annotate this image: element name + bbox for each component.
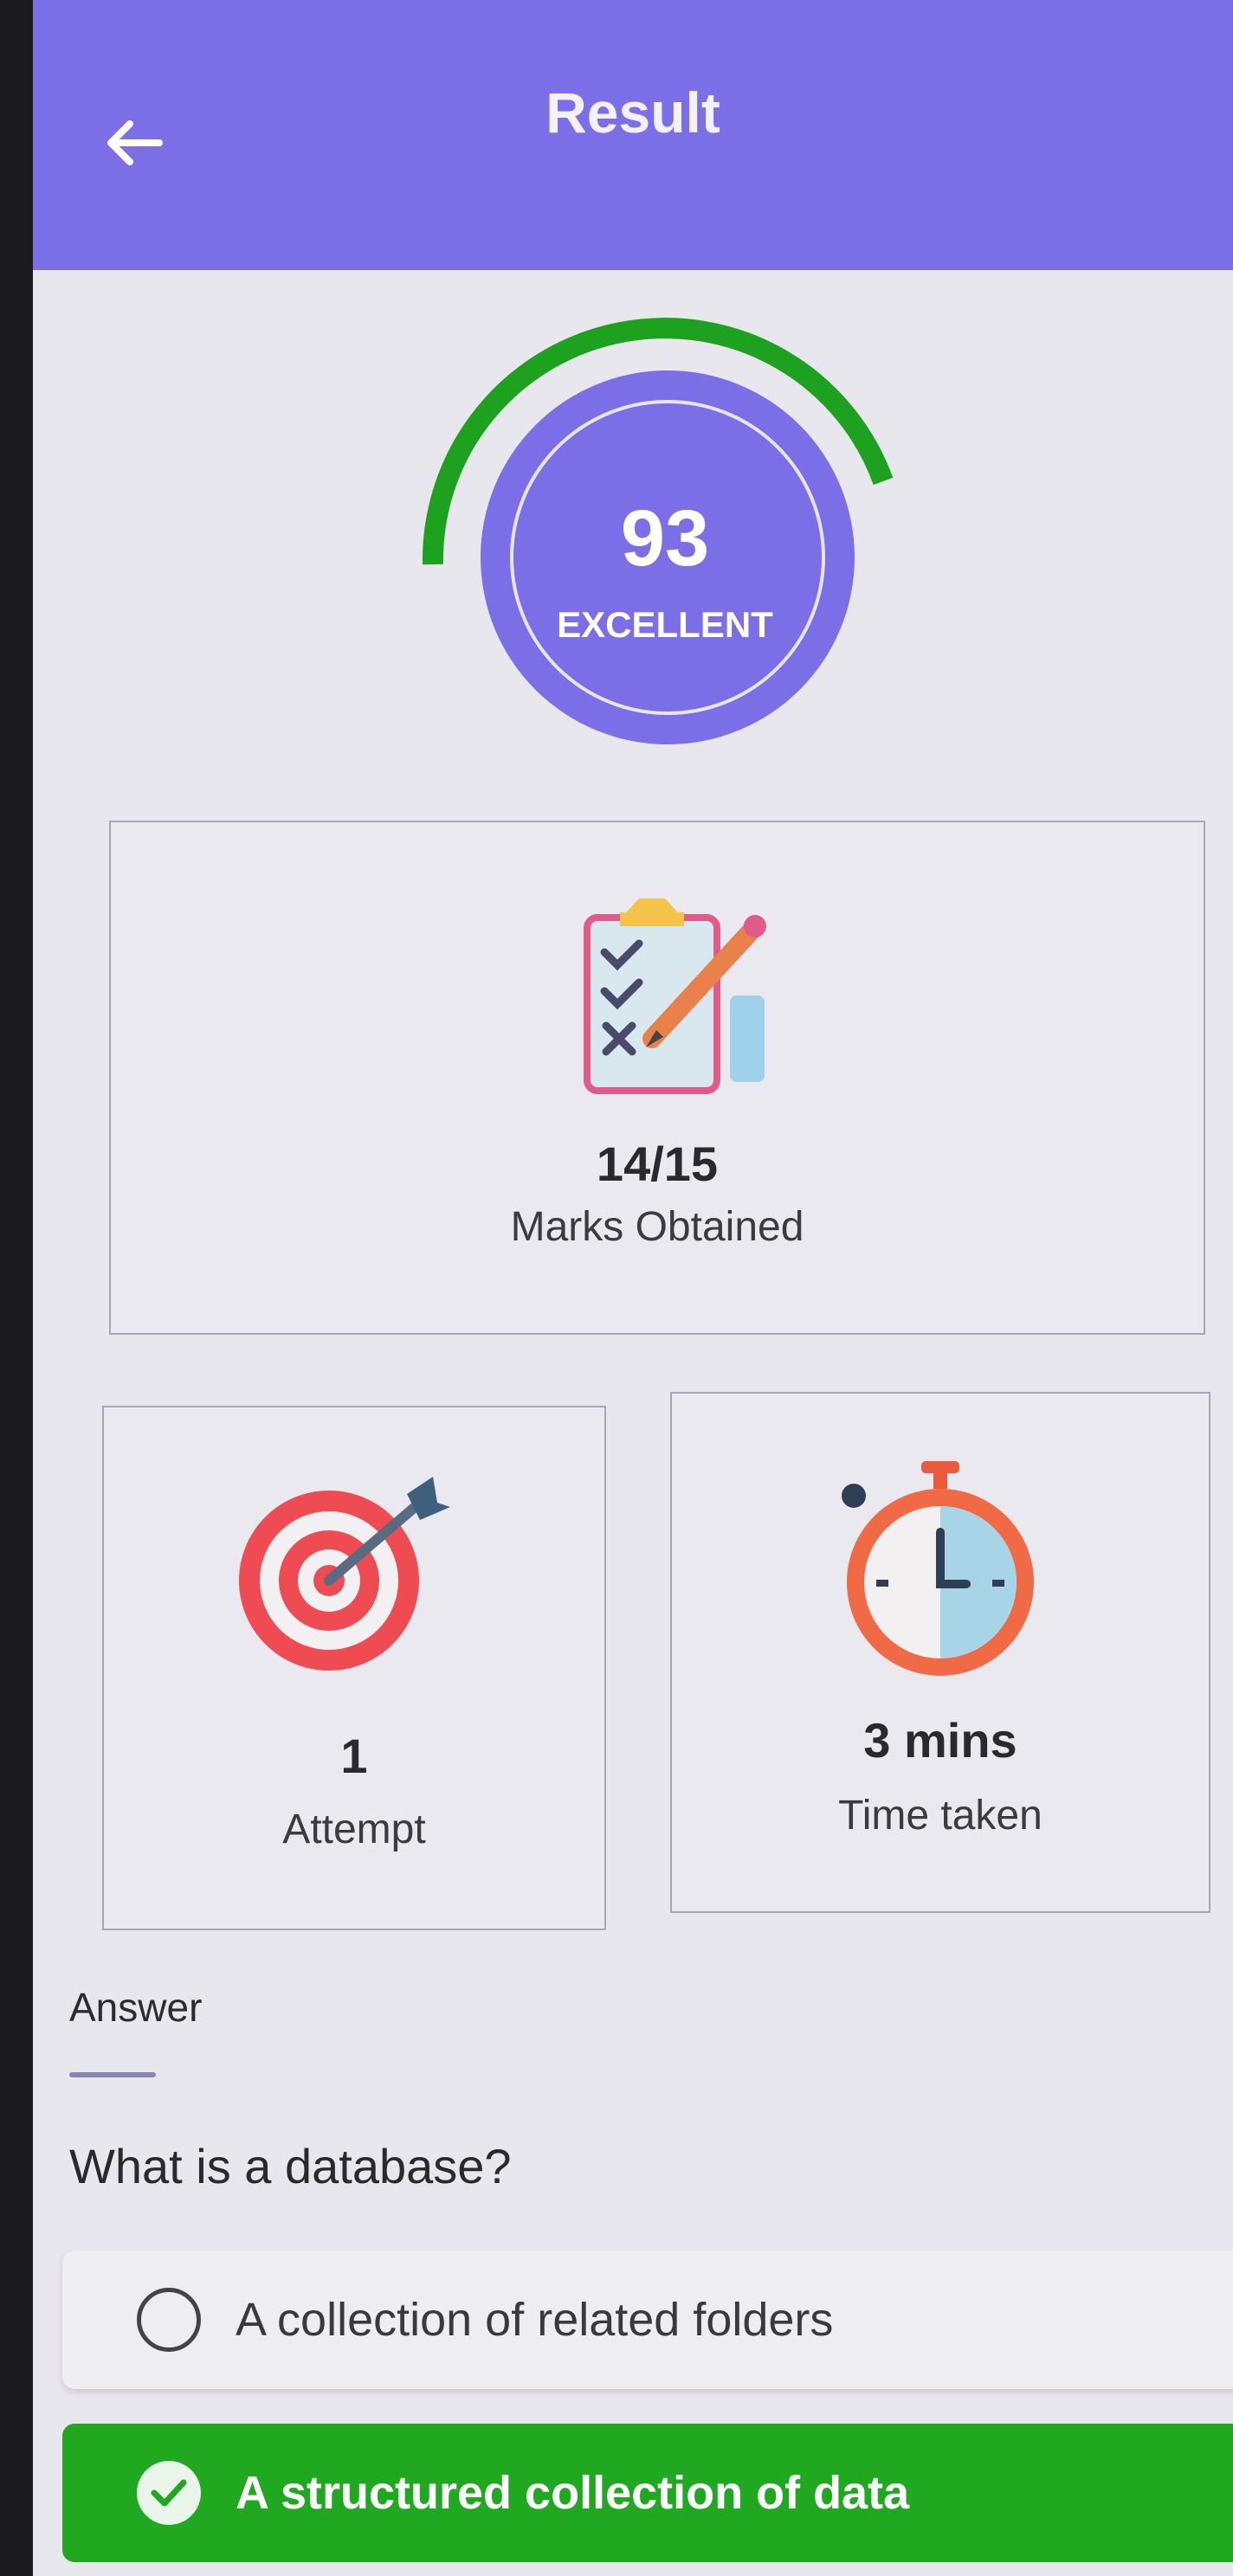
radio-unchecked-icon <box>137 2288 201 2352</box>
time-value: 3 mins <box>863 1713 1017 1768</box>
option-label: A structured collection of data <box>236 2467 910 2519</box>
marks-label: Marks Obtained <box>510 1204 804 1250</box>
answer-section-title: Answer <box>69 1985 203 2030</box>
score-gauge: 93 EXCELLENT <box>379 286 951 770</box>
attempt-card: 1 Attempt <box>102 1406 606 1930</box>
marks-card: 14/15 Marks Obtained <box>109 821 1205 1335</box>
app-bar: Result <box>33 0 1233 270</box>
check-circle-icon <box>137 2461 201 2525</box>
result-screen: Result 93 EXCELLENT 14/15 Marks Obtained <box>33 0 1233 2576</box>
time-label: Time taken <box>838 1793 1043 1839</box>
time-card: 3 mins Time taken <box>670 1392 1210 1913</box>
attempt-value: 1 <box>340 1729 368 1783</box>
section-underline <box>69 2072 156 2077</box>
stopwatch-icon <box>842 1461 1034 1676</box>
option-label: A collection of related folders <box>236 2294 834 2346</box>
target-dart-icon <box>239 1477 450 1671</box>
marks-value: 14/15 <box>596 1137 719 1191</box>
page-title: Result <box>545 80 720 145</box>
attempt-label: Attempt <box>282 1806 426 1852</box>
checkmark-icon <box>151 2479 187 2507</box>
answer-option[interactable]: A collection of related folders <box>62 2251 1233 2389</box>
answer-option-correct[interactable]: A structured collection of data <box>62 2424 1233 2562</box>
clipboard-checklist-icon <box>584 898 766 1094</box>
question-text: What is a database? <box>69 2139 512 2193</box>
score-grade: EXCELLENT <box>557 604 773 645</box>
score-value: 93 <box>620 494 710 583</box>
